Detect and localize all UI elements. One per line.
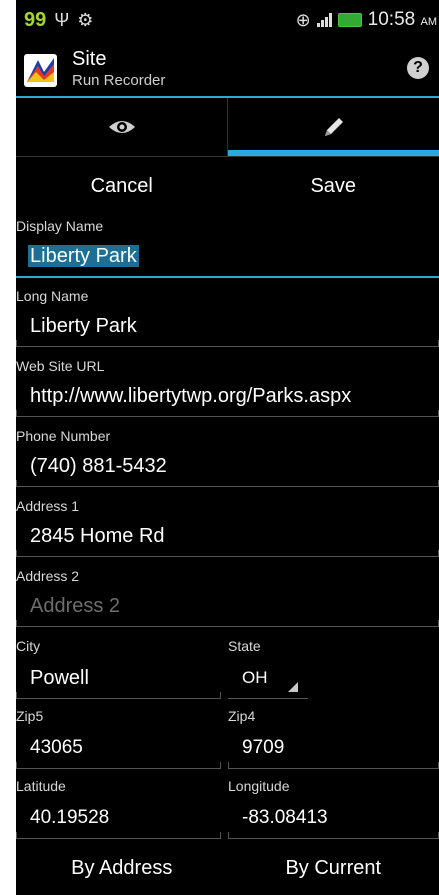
tab-bar [16,98,439,157]
state-spinner[interactable]: OH [228,660,308,699]
signal-icon [316,13,332,27]
by-address-button[interactable]: By Address [16,848,228,895]
phone-label: Phone Number [16,428,111,444]
long-name-field[interactable]: Liberty Park [16,308,439,347]
by-current-button[interactable]: By Current [228,848,439,895]
tab-edit[interactable] [227,98,439,156]
zip5-field[interactable]: 43065 [16,730,221,769]
web-site-field[interactable]: http://www.libertytwp.org/Parks.aspx [16,378,439,417]
long-name-label: Long Name [16,288,89,304]
latitude-field[interactable]: 40.19528 [16,800,221,839]
city-field[interactable]: Powell [16,660,221,699]
state-value: OH [242,668,268,687]
clock-ampm: AM [420,16,438,28]
tab-view[interactable] [16,98,227,156]
app-subtitle: Run Recorder [72,72,166,89]
save-button[interactable]: Save [228,160,439,212]
longitude-field[interactable]: -83.08413 [228,800,439,839]
battery-icon [337,13,362,27]
spinner-arrow-icon [288,682,298,692]
address1-label: Address 1 [16,498,80,514]
longitude-label: Longitude [228,778,290,794]
state-label: State [228,638,261,654]
long-name-value: Liberty Park [30,315,137,337]
city-label: City [16,638,41,654]
web-site-label: Web Site URL [16,358,105,374]
usb-debug-icon: ⚙ [77,9,94,30]
display-name-label: Display Name [16,218,104,234]
clock: 10:58 AM [368,9,437,31]
zip5-label: Zip5 [16,708,44,724]
status-bar: 99 Ψ ⚙ ⊕ 10:58 AM [16,0,439,40]
phone-value: (740) 881-5432 [30,455,167,477]
phone-screen: 99 Ψ ⚙ ⊕ 10:58 AM Site Run Recorder ? Ca… [16,0,439,895]
address1-field[interactable]: 2845 Home Rd [16,518,439,557]
zip4-label: Zip4 [228,708,256,724]
cancel-button[interactable]: Cancel [16,160,228,212]
phone-field[interactable]: (740) 881-5432 [16,448,439,487]
latitude-value: 40.19528 [30,807,110,828]
edit-actions: Cancel Save [16,160,439,212]
app-logo-icon[interactable] [24,54,57,87]
address2-label: Address 2 [16,568,80,584]
action-bar: Site Run Recorder ? [16,40,439,98]
latitude-label: Latitude [16,778,66,794]
usb-icon: Ψ [54,9,70,30]
web-site-value: http://www.libertytwp.org/Parks.aspx [30,385,352,407]
help-icon[interactable]: ? [407,57,429,79]
display-name-value: Liberty Park [28,245,139,267]
address2-field[interactable]: Address 2 [16,588,439,627]
app-title: Site [72,48,107,70]
longitude-value: -83.08413 [242,807,328,828]
eye-icon [108,121,135,133]
pencil-icon [324,118,343,136]
address1-value: 2845 Home Rd [30,525,165,547]
display-name-field[interactable]: Liberty Park [16,238,439,278]
gps-icon: ⊕ [295,9,311,30]
notification-count-badge: 99 [24,8,47,31]
zip4-value: 9709 [242,737,285,758]
clock-time: 10:58 [367,9,416,30]
zip4-field[interactable]: 9709 [228,730,439,769]
zip5-value: 43065 [30,737,83,758]
geocode-actions: By Address By Current [16,848,439,895]
address2-placeholder: Address 2 [30,595,121,617]
tab-selected-indicator [228,150,439,156]
city-value: Powell [30,667,89,689]
